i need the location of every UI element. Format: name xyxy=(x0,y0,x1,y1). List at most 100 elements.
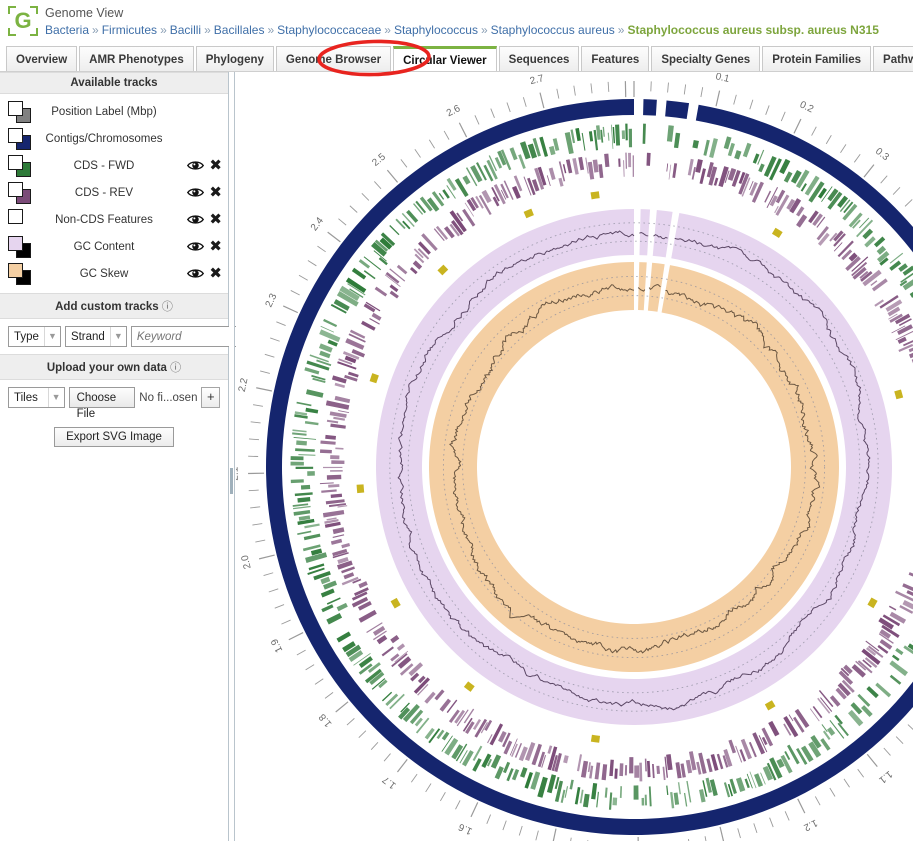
gene-feature[interactable] xyxy=(646,152,651,166)
gene-feature[interactable] xyxy=(351,267,367,280)
gene-feature[interactable] xyxy=(547,745,553,754)
gene-feature[interactable] xyxy=(361,320,376,331)
gene-feature[interactable] xyxy=(330,493,343,498)
file-format-select[interactable]: Tiles ▼ xyxy=(8,387,65,408)
gene-feature[interactable] xyxy=(648,786,652,807)
gene-feature[interactable] xyxy=(321,489,337,493)
splitter-grip[interactable] xyxy=(230,468,233,494)
gene-feature[interactable] xyxy=(788,714,794,722)
strand-select[interactable]: Strand ▼ xyxy=(64,326,127,347)
gene-feature[interactable] xyxy=(677,782,681,795)
gene-feature[interactable] xyxy=(462,175,471,185)
gene-feature[interactable] xyxy=(670,792,675,809)
gene-feature[interactable] xyxy=(297,497,311,503)
gene-feature[interactable] xyxy=(695,159,703,173)
gene-feature[interactable] xyxy=(290,461,304,466)
gene-feature[interactable] xyxy=(796,214,808,228)
gene-feature[interactable] xyxy=(463,708,475,724)
gene-feature[interactable] xyxy=(330,470,343,472)
gene-feature[interactable] xyxy=(304,421,319,426)
track-color-swatch[interactable] xyxy=(8,154,34,177)
gene-feature[interactable] xyxy=(604,153,610,168)
tab-overview[interactable]: Overview xyxy=(6,46,78,71)
gene-feature[interactable] xyxy=(889,674,902,685)
gene-feature[interactable] xyxy=(582,793,590,808)
gene-feature[interactable] xyxy=(472,745,483,762)
gene-feature[interactable] xyxy=(623,160,625,177)
eye-icon[interactable] xyxy=(187,267,205,280)
eye-icon[interactable] xyxy=(187,186,205,199)
gene-feature[interactable] xyxy=(341,542,351,549)
gene-feature[interactable] xyxy=(326,474,342,480)
gene-feature[interactable] xyxy=(503,761,511,774)
gene-feature[interactable] xyxy=(334,382,346,388)
gene-feature[interactable] xyxy=(871,278,888,292)
gene-feature[interactable] xyxy=(625,152,628,169)
tab-pathways[interactable]: Pathways xyxy=(873,46,913,71)
gene-feature[interactable] xyxy=(644,758,647,772)
gene-feature[interactable] xyxy=(713,177,719,186)
gene-feature[interactable] xyxy=(634,765,640,778)
close-icon[interactable]: ✖ xyxy=(209,212,222,227)
gene-feature[interactable] xyxy=(619,786,623,798)
gene-feature[interactable] xyxy=(563,755,569,764)
non-cds-feature[interactable] xyxy=(867,597,878,609)
gene-feature[interactable] xyxy=(558,177,564,187)
gene-feature[interactable] xyxy=(837,722,849,737)
close-icon[interactable]: ✖ xyxy=(209,158,222,173)
breadcrumb-item-2[interactable]: Firmicutes xyxy=(102,23,157,37)
gene-feature[interactable] xyxy=(602,126,605,137)
gene-feature[interactable] xyxy=(330,455,340,460)
gene-feature[interactable] xyxy=(624,765,628,776)
gene-feature[interactable] xyxy=(389,284,399,293)
close-icon[interactable]: ✖ xyxy=(209,266,222,281)
gene-feature[interactable] xyxy=(656,765,661,774)
non-cds-feature[interactable] xyxy=(390,597,401,609)
gene-feature[interactable] xyxy=(809,708,820,722)
eye-icon[interactable] xyxy=(187,159,205,172)
gene-feature[interactable] xyxy=(415,717,430,734)
gene-feature[interactable] xyxy=(758,163,765,173)
choose-file-button[interactable]: Choose File xyxy=(68,387,136,420)
gene-feature[interactable] xyxy=(628,128,633,148)
gene-feature[interactable] xyxy=(332,527,345,535)
gene-feature[interactable] xyxy=(329,411,347,418)
gene-feature[interactable] xyxy=(596,791,600,808)
gene-feature[interactable] xyxy=(857,693,871,707)
gene-feature[interactable] xyxy=(581,132,586,151)
gene-feature[interactable] xyxy=(686,780,692,803)
gene-feature[interactable] xyxy=(336,631,352,643)
gene-feature[interactable] xyxy=(412,260,423,270)
gene-feature[interactable] xyxy=(325,434,336,440)
tab-genome-browser[interactable]: Genome Browser xyxy=(275,46,392,71)
gene-feature[interactable] xyxy=(319,350,331,359)
gene-feature[interactable] xyxy=(673,792,680,805)
tab-phylogeny[interactable]: Phylogeny xyxy=(195,46,274,71)
gene-feature[interactable] xyxy=(292,432,307,436)
track-color-swatch[interactable] xyxy=(8,208,34,231)
gene-feature[interactable] xyxy=(572,157,579,175)
tab-specialty-genes[interactable]: Specialty Genes xyxy=(651,46,761,71)
gene-feature[interactable] xyxy=(642,123,646,144)
gene-feature[interactable] xyxy=(319,482,334,485)
gene-feature[interactable] xyxy=(820,738,831,751)
gene-feature[interactable] xyxy=(296,440,307,446)
non-cds-feature[interactable] xyxy=(463,681,475,692)
gene-feature[interactable] xyxy=(576,754,583,772)
close-icon[interactable]: ✖ xyxy=(209,185,222,200)
gene-feature[interactable] xyxy=(716,753,724,770)
track-color-swatch[interactable] xyxy=(8,235,34,258)
gene-feature[interactable] xyxy=(396,264,408,275)
gene-feature[interactable] xyxy=(683,792,688,807)
gene-feature[interactable] xyxy=(562,164,567,174)
gene-feature[interactable] xyxy=(644,794,648,806)
gene-feature[interactable] xyxy=(672,163,678,179)
gene-feature[interactable] xyxy=(662,766,666,781)
gene-feature[interactable] xyxy=(321,604,334,613)
gc-skew-ring[interactable] xyxy=(429,262,840,672)
contig-segment[interactable] xyxy=(643,99,657,116)
gene-feature[interactable] xyxy=(358,581,368,589)
gene-feature[interactable] xyxy=(304,367,320,375)
gene-feature[interactable] xyxy=(381,646,394,657)
gene-feature[interactable] xyxy=(326,612,343,625)
